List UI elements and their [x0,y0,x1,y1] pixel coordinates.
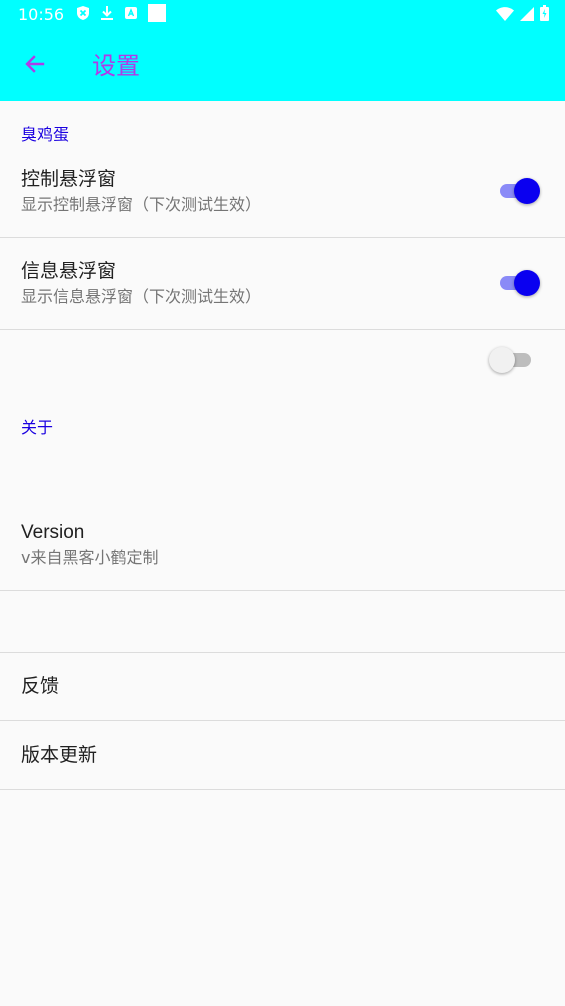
pref-feedback[interactable] [0,653,565,720]
page-title: 设置 [92,52,140,80]
unlabeled-switch[interactable] [489,346,535,374]
pref-feedback-title: 反馈 [21,675,60,697]
category-header-second: 关于 [21,418,54,437]
signal-icon [520,6,534,25]
control-float-switch[interactable] [496,177,542,205]
status-bar: 10:56 [0,0,565,30]
divider [0,329,565,330]
pref-version[interactable] [0,500,565,590]
status-time: 10:56 [18,5,65,24]
pref-update-title: 版本更新 [21,744,98,766]
back-button[interactable] [18,50,52,82]
info-float-switch[interactable] [496,269,542,297]
switch-thumb [489,347,515,373]
app-bar: 设置 [0,30,565,101]
switch-thumb [514,178,540,204]
pref-info-float-summary: 显示信息悬浮窗（下次测试生效） [21,287,262,306]
app-a-icon [124,5,138,25]
category-header-first: 臭鸡蛋 [21,125,70,144]
divider [0,789,565,790]
wifi-icon [496,6,514,25]
pref-info-float-title: 信息悬浮窗 [21,260,117,282]
arrow-left-icon [23,52,47,80]
pref-version-title: Version [21,522,85,543]
pref-info-float[interactable] [0,238,565,329]
download-icon [100,5,114,25]
pref-control-float-summary: 显示控制悬浮窗（下次测试生效） [21,195,262,214]
pref-version-summary: v来自黑客小鹤定制 [21,548,159,567]
status-icons-left [76,4,166,26]
status-icons-right [496,5,549,25]
shield-x-icon [76,5,90,25]
switch-thumb [514,270,540,296]
battery-icon [540,5,549,25]
divider [0,590,565,591]
pref-control-float-title: 控制悬浮窗 [21,168,117,190]
square-icon [148,4,166,26]
